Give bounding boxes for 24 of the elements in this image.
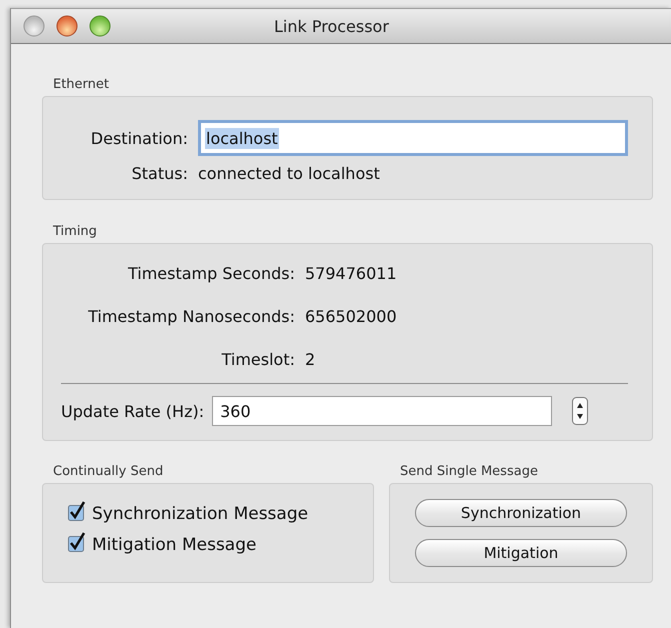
checkbox-label: Synchronization Message [92,504,308,524]
reading-value: 656502000 [305,307,398,326]
group-title: Send Single Message [399,464,539,479]
checkbox-label: Mitigation Message [92,534,256,554]
window-title: Link Processor [274,16,389,36]
group-title: Continually Send [52,464,164,479]
status-value: connected to localhost [198,164,381,183]
send-button[interactable]: Synchronization [415,499,627,527]
send-button[interactable]: Mitigation [415,539,627,567]
reading-label: Timestamp Nanoseconds: [87,307,295,326]
zoom-icon[interactable] [89,15,111,37]
reading-value: 2 [305,350,316,369]
group-title: Timing [52,224,98,239]
minimize-icon[interactable] [56,15,78,37]
status-label: Status: [130,164,188,183]
reading-label: Timestamp Seconds: [126,264,295,283]
group-title: Ethernet [52,77,110,92]
reading-label: Timeslot: [220,350,295,369]
stepper-icon[interactable] [572,397,588,425]
field-label: Destination: [90,128,188,148]
update-rate-field[interactable]: 360 [212,396,552,426]
destination-field[interactable]: localhost [198,120,628,156]
reading-value: 579476011 [305,264,398,283]
field-label: Update Rate (Hz): [61,402,204,420]
